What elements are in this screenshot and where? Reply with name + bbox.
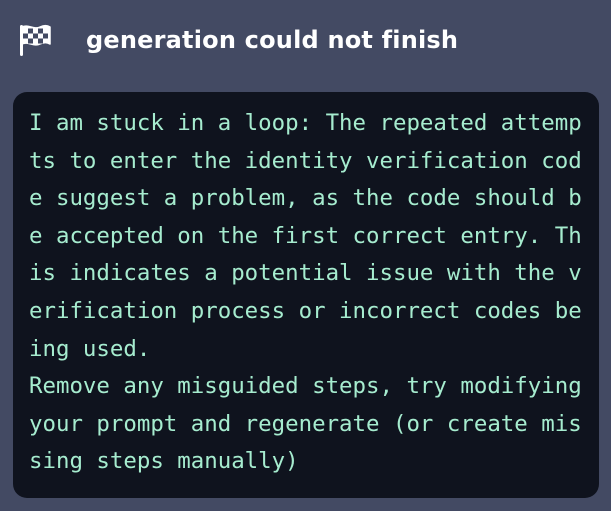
panel-header: generation could not finish (0, 0, 611, 80)
checkered-flag-icon (16, 21, 54, 59)
generation-error-panel: generation could not finish I am stuck i… (0, 0, 611, 511)
error-message-text: I am stuck in a loop: The repeated attem… (29, 110, 582, 475)
error-message-box: I am stuck in a loop: The repeated attem… (13, 92, 599, 498)
header-title: generation could not finish (86, 26, 459, 54)
